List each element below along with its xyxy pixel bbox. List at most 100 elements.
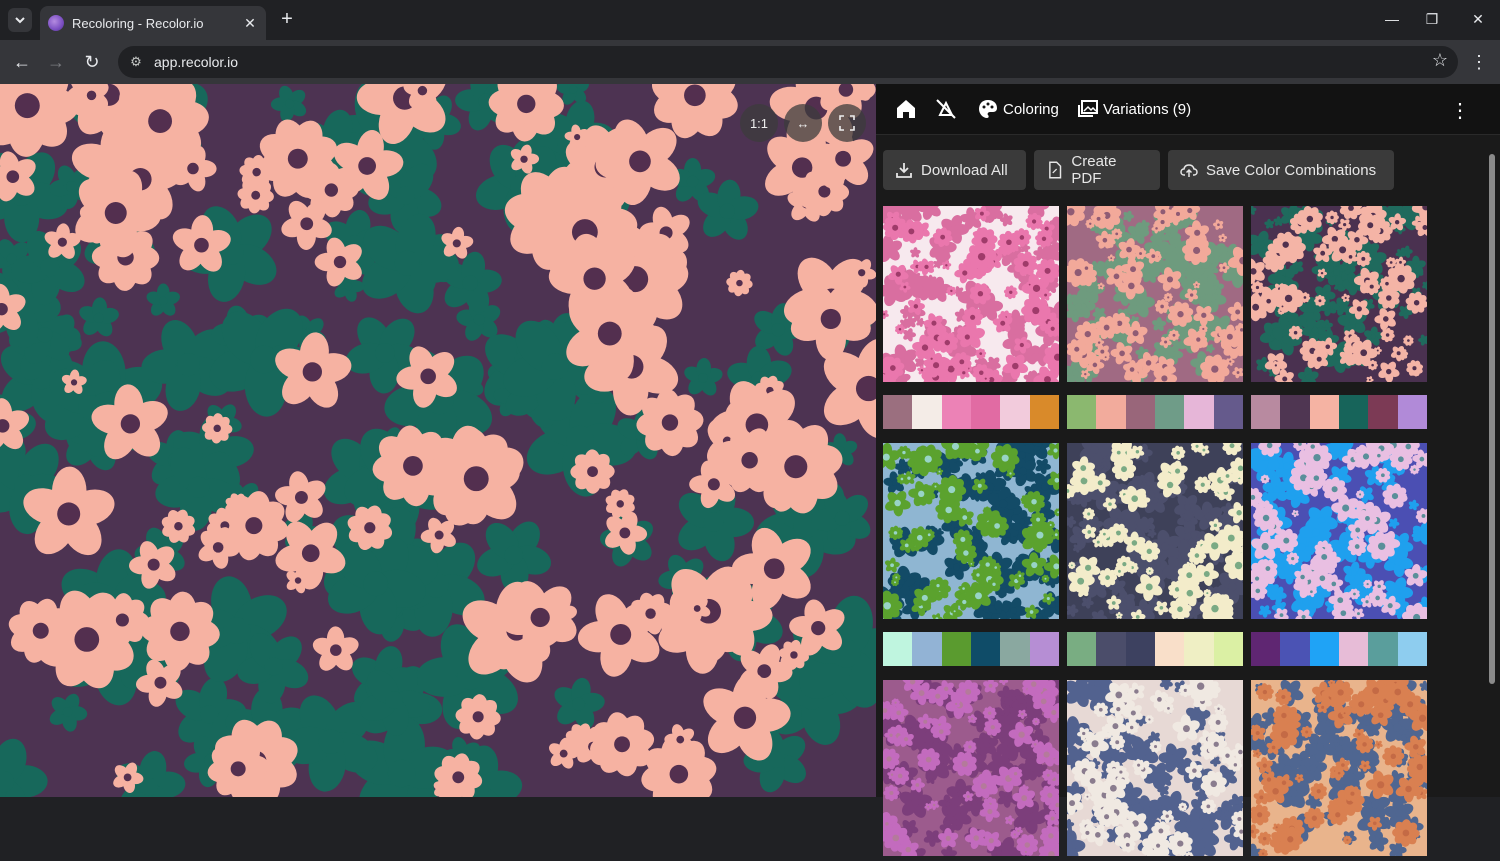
variation-thumbnail[interactable] — [871, 427, 1070, 627]
color-swatch[interactable] — [1125, 632, 1155, 666]
color-swatch[interactable] — [1368, 395, 1398, 429]
color-swatch[interactable] — [1280, 395, 1310, 429]
color-swatch[interactable] — [1154, 395, 1185, 429]
browser-tab[interactable]: Recoloring - Recolor.io ✕ — [40, 6, 266, 40]
color-swatch[interactable] — [1251, 632, 1281, 666]
color-swatch[interactable] — [1029, 395, 1059, 429]
variation-card[interactable] — [871, 194, 1075, 429]
color-swatch-row — [883, 395, 1059, 429]
palette-icon[interactable] — [976, 97, 1000, 121]
color-swatch[interactable] — [1338, 632, 1369, 666]
color-swatch[interactable] — [883, 395, 913, 429]
color-swatch[interactable] — [1309, 395, 1339, 429]
variation-card[interactable] — [1059, 434, 1256, 666]
panel-header: Coloring Variations (9) ⋮ — [876, 84, 1500, 135]
color-swatch[interactable] — [1029, 632, 1059, 666]
home-icon[interactable] — [894, 97, 918, 121]
variation-thumbnail[interactable] — [1239, 194, 1439, 389]
color-swatch-row — [1067, 632, 1243, 666]
chevron-down-icon — [15, 17, 25, 24]
fullscreen-button[interactable] — [828, 104, 866, 142]
tab-variations[interactable]: Variations (9) — [1103, 101, 1191, 118]
color-swatch[interactable] — [1000, 632, 1030, 666]
variation-card[interactable] — [1053, 669, 1250, 861]
address-bar[interactable]: ⚙ app.recolor.io ☆ — [118, 46, 1458, 78]
download-all-label: Download All — [921, 161, 1008, 179]
floral-pattern-image — [0, 84, 876, 797]
color-swatch[interactable] — [1067, 632, 1097, 666]
color-swatch[interactable] — [912, 632, 942, 666]
color-swatch[interactable] — [1096, 395, 1126, 429]
color-swatch[interactable] — [941, 632, 971, 666]
back-icon[interactable]: ← — [10, 50, 34, 74]
browser-menu-icon[interactable]: ⋮ — [1470, 50, 1488, 74]
variation-card[interactable] — [1056, 192, 1258, 429]
color-swatch[interactable] — [883, 632, 913, 666]
save-color-combinations-label: Save Color Combinations — [1206, 161, 1377, 179]
site-info-icon[interactable]: ⚙ — [126, 52, 146, 72]
variation-thumbnail[interactable] — [1053, 669, 1250, 861]
action-bar: Download All Create PDF Save Color Combi… — [883, 150, 1394, 190]
color-swatch[interactable] — [1213, 395, 1243, 429]
variation-card[interactable] — [871, 427, 1070, 666]
variation-thumbnail[interactable] — [1059, 434, 1256, 629]
color-swatch[interactable] — [1338, 395, 1369, 429]
scrollbar-thumb[interactable] — [1489, 154, 1495, 684]
pattern-canvas[interactable]: 1:1 ↔ — [0, 84, 876, 797]
bookmark-star-icon[interactable]: ☆ — [1432, 50, 1448, 71]
color-swatch[interactable] — [1000, 395, 1030, 429]
color-swatch[interactable] — [1213, 632, 1243, 666]
color-swatch-row — [1067, 395, 1243, 429]
photo-library-icon[interactable] — [1076, 97, 1100, 121]
create-pdf-button[interactable]: Create PDF — [1034, 150, 1160, 190]
minimize-icon[interactable]: — — [1376, 8, 1408, 30]
download-icon — [896, 163, 912, 178]
color-swatch[interactable] — [1125, 395, 1155, 429]
variation-card[interactable] — [1241, 430, 1439, 666]
close-tab-icon[interactable]: ✕ — [242, 15, 258, 31]
variation-thumbnail[interactable] — [1236, 672, 1439, 861]
no-effect-icon[interactable] — [934, 97, 958, 121]
zoom-1to1-button[interactable]: 1:1 — [740, 104, 778, 142]
variation-card[interactable] — [1236, 672, 1439, 861]
fullscreen-icon — [839, 115, 855, 131]
color-swatch[interactable] — [1309, 632, 1339, 666]
variation-thumbnail[interactable] — [1241, 430, 1439, 633]
tab-list-button[interactable] — [8, 8, 32, 32]
variation-thumbnail[interactable] — [870, 668, 1069, 861]
variation-card[interactable] — [1239, 194, 1439, 429]
pdf-file-icon — [1049, 161, 1062, 179]
reload-icon[interactable]: ↻ — [80, 50, 104, 74]
color-swatch[interactable] — [970, 632, 1001, 666]
color-swatch[interactable] — [1154, 632, 1185, 666]
variation-card[interactable] — [870, 668, 1069, 861]
color-swatch-row — [1251, 395, 1427, 429]
variation-thumbnail[interactable] — [1056, 192, 1258, 391]
save-color-combinations-button[interactable]: Save Color Combinations — [1168, 150, 1394, 190]
browser-toolbar: ← → ↻ ⚙ app.recolor.io ☆ ⋮ — [0, 40, 1500, 84]
new-tab-button[interactable]: + — [276, 8, 298, 30]
color-swatch[interactable] — [1251, 395, 1281, 429]
tab-coloring[interactable]: Coloring — [1003, 101, 1059, 118]
color-swatch[interactable] — [1184, 395, 1214, 429]
download-all-button[interactable]: Download All — [883, 150, 1026, 190]
restore-icon[interactable]: ❐ — [1416, 8, 1448, 30]
color-swatch[interactable] — [941, 395, 971, 429]
forward-icon[interactable]: → — [44, 50, 68, 74]
viewer-controls: 1:1 ↔ — [740, 104, 866, 142]
color-swatch[interactable] — [1368, 632, 1398, 666]
close-window-icon[interactable]: ✕ — [1462, 8, 1494, 30]
panel-scrollbar[interactable] — [1488, 154, 1496, 794]
color-swatch[interactable] — [1397, 395, 1427, 429]
more-options-icon[interactable]: ⋮ — [1450, 98, 1470, 123]
color-swatch[interactable] — [1096, 632, 1126, 666]
variation-thumbnail[interactable] — [871, 194, 1075, 394]
color-swatch[interactable] — [912, 395, 942, 429]
color-swatch[interactable] — [1184, 632, 1214, 666]
color-swatch[interactable] — [1067, 395, 1097, 429]
color-swatch[interactable] — [1280, 632, 1310, 666]
fit-width-button[interactable]: ↔ — [784, 104, 822, 142]
color-swatch[interactable] — [970, 395, 1001, 429]
url-text[interactable]: app.recolor.io — [154, 54, 238, 70]
color-swatch[interactable] — [1397, 632, 1427, 666]
